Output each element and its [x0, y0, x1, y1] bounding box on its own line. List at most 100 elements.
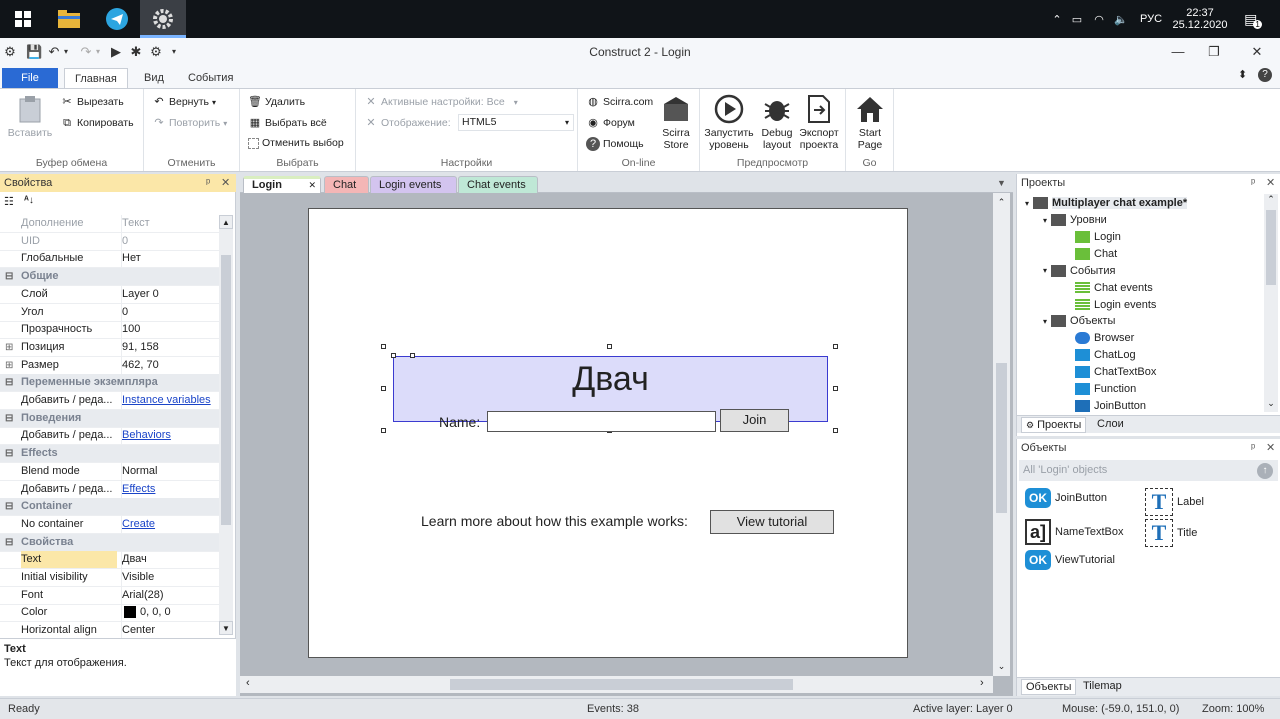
tree-item[interactable]: Login [1075, 229, 1121, 245]
property-value[interactable]: 100 [121, 321, 219, 339]
expand-icon[interactable]: ⊞ [5, 339, 13, 356]
settings-icon[interactable]: ⚙ [148, 44, 164, 60]
close-icon[interactable]: ✕ [1266, 174, 1275, 192]
tabs-dropdown-icon[interactable]: ▼ [997, 178, 1006, 188]
run-icon[interactable]: ▶ [108, 44, 124, 60]
scroll-thumb[interactable] [221, 255, 231, 525]
name-label[interactable]: Name: [439, 414, 480, 430]
resize-handle[interactable] [607, 344, 612, 349]
property-link[interactable]: Instance variables [122, 394, 211, 406]
collapse-icon[interactable]: ⊟ [5, 374, 13, 391]
delete-button[interactable]: 🗑 Удалить [248, 95, 305, 109]
property-row[interactable]: No container Create [0, 515, 219, 534]
join-button[interactable]: Join [720, 409, 789, 432]
tab-layers[interactable]: Слои [1097, 418, 1124, 430]
property-category[interactable]: ⊟ Общие [0, 268, 219, 287]
run-layout-button[interactable]: Запустить уровень [703, 93, 755, 151]
property-row[interactable]: Blend mode Normal [0, 462, 219, 481]
view-tutorial-button[interactable]: View tutorial [710, 510, 834, 534]
property-row[interactable]: Прозрачность 100 [0, 321, 219, 340]
property-row[interactable]: Initial visibility Visible [0, 569, 219, 587]
collapse-icon[interactable]: ⊟ [5, 410, 13, 427]
property-value[interactable]: Arial(28) [121, 586, 219, 604]
filter-up-icon[interactable]: ↑ [1257, 463, 1273, 479]
scroll-thumb[interactable] [450, 679, 793, 690]
scroll-thumb[interactable] [1266, 210, 1276, 285]
volume-icon[interactable]: 🔈 [1110, 13, 1132, 26]
taskbar-construct-button[interactable] [140, 0, 186, 38]
close-icon[interactable]: ✕ [1266, 439, 1275, 457]
scroll-down-icon[interactable]: ▼ [219, 621, 233, 635]
redo-button[interactable]: ↷ Повторить ▾ [152, 116, 227, 130]
property-value[interactable]: Двач [121, 551, 219, 569]
maximize-icon[interactable]: ❐ [1200, 42, 1228, 62]
save-icon[interactable]: 💾 [26, 44, 42, 60]
tab-projects[interactable]: ⚙ Проекты [1021, 417, 1087, 433]
property-value[interactable]: 91, 158 [121, 338, 219, 356]
property-row[interactable]: Font Arial(28) [0, 586, 219, 605]
tree-folder[interactable]: ▾ События [1043, 263, 1115, 279]
display-select[interactable]: HTML5 ▾ [458, 114, 574, 131]
scroll-down-icon[interactable]: ⌄ [1264, 398, 1278, 409]
start-button[interactable] [0, 0, 46, 38]
forum-link[interactable]: ◉ Форум [586, 116, 635, 130]
tree-item[interactable]: ChatTextBox [1075, 364, 1156, 380]
paste-button[interactable]: Вставить [6, 93, 54, 139]
property-category[interactable]: ⊟ Effects [0, 445, 219, 464]
property-value[interactable]: 462, 70 [121, 356, 219, 374]
property-category[interactable]: ⊟ Container [0, 498, 219, 517]
tree-item[interactable]: Function [1075, 381, 1136, 397]
property-category[interactable]: ⊟ Свойства [0, 533, 219, 552]
cut-button[interactable]: ✂ Вырезать [60, 95, 123, 109]
name-textbox[interactable] [487, 411, 716, 432]
customize-dropdown-icon[interactable]: ▾ [166, 44, 182, 60]
active-settings-dropdown[interactable]: ✕ Активные настройки: Все ▾ [364, 95, 517, 109]
object-item[interactable]: OK ViewTutorial [1025, 550, 1115, 570]
origin-handle[interactable] [391, 353, 396, 358]
property-value[interactable]: 0, 0, 0 [121, 604, 219, 622]
chevron-up-icon[interactable]: ⌃ [1048, 13, 1066, 26]
property-row[interactable]: Добавить / реда... Effects [0, 480, 219, 499]
taskbar-explorer-button[interactable] [46, 0, 92, 38]
store-button[interactable]: Scirra Store [658, 93, 694, 151]
resize-handle[interactable] [381, 428, 386, 433]
tab-tilemap[interactable]: Tilemap [1083, 680, 1122, 692]
tree-item[interactable]: Login events [1075, 297, 1156, 313]
property-scrollbar[interactable]: ▲ ▼ [219, 215, 233, 635]
projects-scrollbar[interactable]: ⌃ ⌄ [1264, 194, 1278, 412]
property-link[interactable]: Effects [122, 483, 155, 495]
collapse-icon[interactable]: ⊟ [5, 534, 13, 551]
property-value[interactable]: Layer 0 [121, 285, 219, 303]
property-value[interactable]: Текст [121, 215, 219, 232]
tree-folder[interactable]: ▾ Объекты [1043, 313, 1115, 329]
sort-alpha-icon[interactable]: ᴬ↓ [24, 195, 34, 206]
tree-folder[interactable]: ▾ Уровни [1043, 212, 1107, 228]
close-tab-icon[interactable]: ✕ [308, 179, 316, 192]
object-item[interactable]: T Label [1145, 488, 1204, 516]
objects-filter[interactable]: All 'Login' objects ↑ [1019, 460, 1278, 481]
tree-item[interactable]: Browser [1075, 330, 1134, 346]
wifi-icon[interactable]: ◠ [1088, 13, 1110, 26]
collapse-icon[interactable]: ⊟ [5, 445, 13, 462]
clock[interactable]: 22:37 25.12.2020 [1172, 0, 1228, 38]
taskbar-telegram-button[interactable] [94, 0, 140, 38]
tab-home[interactable]: Главная [64, 68, 128, 88]
tab-events[interactable]: События [178, 68, 243, 88]
undo-dropdown-icon[interactable]: ▾ [58, 44, 74, 60]
resize-handle[interactable] [381, 344, 386, 349]
minimize-icon[interactable]: — [1164, 42, 1192, 62]
property-link[interactable]: Behaviors [122, 429, 171, 441]
undo-button[interactable]: ↶ Вернуть ▾ [152, 95, 216, 109]
resize-handle[interactable] [833, 428, 838, 433]
property-row[interactable]: Глобальные Нет [0, 250, 219, 269]
property-category[interactable]: ⊟ Поведения [0, 409, 219, 428]
debug-icon[interactable]: ✱ [128, 44, 144, 60]
property-value[interactable]: Нет [121, 250, 219, 268]
pin-icon[interactable]: ᵖ [1251, 439, 1255, 457]
layout-tab[interactable]: Login ✕ [243, 176, 321, 193]
scroll-left-icon[interactable]: ‹ [246, 677, 250, 689]
scroll-right-icon[interactable]: › [980, 677, 984, 689]
pin-icon[interactable]: ᵖ [206, 174, 210, 192]
object-item[interactable]: OK JoinButton [1025, 488, 1107, 508]
collapse-icon[interactable]: ▾ [1043, 266, 1047, 275]
